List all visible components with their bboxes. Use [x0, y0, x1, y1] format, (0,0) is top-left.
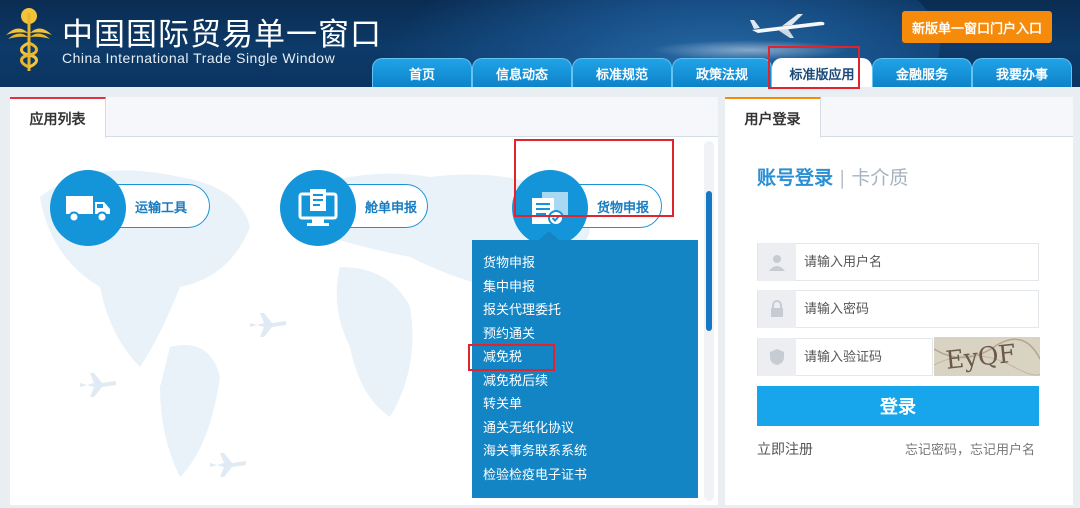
user-icon: [758, 243, 796, 281]
password-input[interactable]: [796, 291, 1038, 327]
login-mode-separator: |: [839, 167, 846, 189]
password-field: [757, 290, 1039, 328]
computer-document-icon: [280, 170, 356, 246]
menu-item-inspection-certificate[interactable]: 检验检疫电子证书: [483, 464, 698, 488]
customs-emblem-icon: [6, 8, 52, 71]
forgot-credentials-link[interactable]: 忘记密码，忘记用户名: [905, 439, 1035, 458]
nav-tab-services[interactable]: 我要办事: [972, 58, 1072, 87]
login-mode-card[interactable]: 卡介质: [851, 167, 908, 189]
tab-user-login[interactable]: 用户登录: [725, 97, 821, 138]
nav-tab-finance[interactable]: 金融服务: [872, 58, 972, 87]
username-input[interactable]: [796, 244, 1038, 280]
username-field: [757, 243, 1039, 281]
new-portal-button[interactable]: 新版单一窗口门户入口: [902, 11, 1052, 43]
nav-tab-news[interactable]: 信息动态: [472, 58, 572, 87]
lock-icon: [758, 290, 796, 328]
site-title: 中国国际贸易单一窗口: [62, 17, 382, 53]
menu-item-customs-affairs-contact[interactable]: 海关事务联系系统: [483, 440, 698, 464]
highlight-standard-apps: [768, 46, 860, 89]
register-link[interactable]: 立即注册: [757, 439, 813, 459]
nav-tab-policies[interactable]: 政策法规: [672, 58, 772, 87]
menu-item-tax-reduction-followup[interactable]: 减免税后续: [483, 370, 698, 394]
tab-app-list[interactable]: 应用列表: [10, 97, 106, 138]
login-mode-account[interactable]: 账号登录: [757, 167, 833, 189]
captcha-input[interactable]: [796, 339, 932, 375]
shield-icon: [758, 338, 796, 376]
airplane-icon: [750, 14, 825, 38]
menu-item-cargo-declaration[interactable]: 货物申报: [483, 252, 698, 276]
login-panel: 用户登录 账号登录 |卡介质 EyQF 登录 立即注册 忘记密码，忘记用户名: [725, 97, 1073, 505]
site-title-english: China International Trade Single Window: [62, 50, 336, 66]
highlight-tax-reduction: [468, 344, 555, 371]
app-manifest[interactable]: 舱单申报: [280, 170, 440, 246]
highlight-cargo-declaration: [514, 139, 674, 217]
menu-item-paperless-agreement[interactable]: 通关无纸化协议: [483, 417, 698, 441]
menu-item-centralized-declaration[interactable]: 集中申报: [483, 276, 698, 300]
menu-item-customs-agent-entrust[interactable]: 报关代理委托: [483, 299, 698, 323]
login-button[interactable]: 登录: [757, 386, 1039, 426]
site-header: 中国国际贸易单一窗口 China International Trade Sin…: [0, 0, 1080, 87]
menu-item-transfer-document[interactable]: 转关单: [483, 393, 698, 417]
nav-tab-home[interactable]: 首页: [372, 58, 472, 87]
app-transport[interactable]: 运输工具: [50, 170, 210, 246]
login-mode-switch: 账号登录 | 卡介质: [757, 163, 908, 190]
app-list-scrollbar-thumb[interactable]: [706, 191, 712, 331]
truck-icon: [50, 170, 126, 246]
captcha-field: [757, 338, 933, 376]
nav-tab-standards[interactable]: 标准规范: [572, 58, 672, 87]
menu-item-reserved-clearance[interactable]: 预约通关: [483, 323, 698, 347]
captcha-image[interactable]: EyQF: [934, 337, 1040, 376]
